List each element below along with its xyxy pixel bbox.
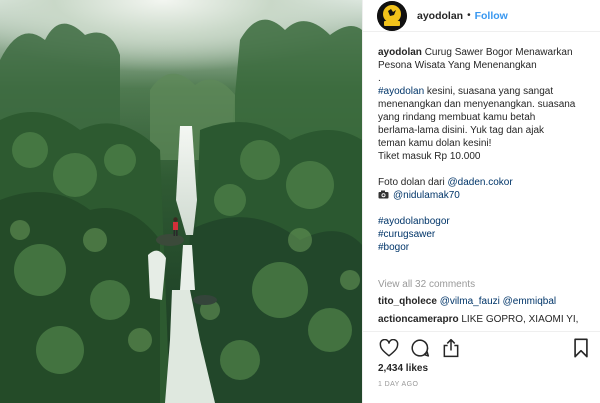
post-photo[interactable] xyxy=(0,0,362,403)
photo-credit-handle[interactable]: @daden.cokor xyxy=(448,177,513,188)
post-header: ayodolan • Follow xyxy=(363,0,600,32)
camera-icon xyxy=(378,190,389,199)
action-bar xyxy=(363,331,600,361)
heart-icon xyxy=(379,339,399,357)
header-username[interactable]: ayodolan xyxy=(417,10,463,22)
header-separator: • xyxy=(467,10,471,21)
comment-username[interactable]: tito_qholece xyxy=(378,296,437,307)
waterfall-jungle-image xyxy=(0,0,362,403)
photo-credit-prefix: Foto dolan dari xyxy=(378,177,448,188)
post-caption: ayodolan Curug Sawer Bogor Menawarkan Pe… xyxy=(378,46,600,254)
caption-title-line2: Pesona Wisata Yang Menenangkan xyxy=(378,60,537,71)
caption-dot: . xyxy=(378,73,381,84)
view-all-comments-link[interactable]: View all 32 comments xyxy=(378,279,475,290)
share-icon xyxy=(443,338,459,358)
caption-body-line4: berlama-lama disini. Yuk tag dan ajak xyxy=(378,125,545,136)
likes-count[interactable]: 2,434 likes xyxy=(378,363,428,374)
speech-bubble-icon xyxy=(411,339,430,357)
caption-body-line5: teman kamu dolan kesini! xyxy=(378,138,492,149)
caption-body-line3: yang rindang membuat kamu betah xyxy=(378,112,536,123)
follow-button[interactable]: Follow xyxy=(475,10,508,22)
caption-body-line2: menenangkan dan menyenangkan. suasana xyxy=(378,99,576,110)
comment-username[interactable]: actioncamerapro xyxy=(378,314,459,325)
caption-username[interactable]: ayodolan xyxy=(378,47,422,58)
comment-mention[interactable]: @emmiqbal xyxy=(503,296,557,307)
comment-mention[interactable]: @vilma_fauzi xyxy=(440,296,500,307)
caption-ticket: Tiket masuk Rp 10.000 xyxy=(378,151,481,162)
comment-item: tito_qholece @vilma_fauzi @emmiqbal xyxy=(378,296,556,307)
save-button[interactable] xyxy=(573,338,593,358)
caption-body-line1: kesini, suasana yang sangat xyxy=(424,86,554,97)
comment-text: LIKE GOPRO, XIAOMI YI, xyxy=(461,314,579,325)
ayodolan-logo-icon xyxy=(377,0,407,31)
hashtag-ayodolan[interactable]: #ayodolan xyxy=(378,86,424,97)
share-button[interactable] xyxy=(441,338,461,358)
post-timestamp: 1 DAY AGO xyxy=(378,381,419,388)
comment-item: actioncamerapro LIKE GOPRO, XIAOMI YI, xyxy=(378,314,578,325)
avatar[interactable] xyxy=(377,0,407,31)
comment-button[interactable] xyxy=(410,338,430,358)
hashtag-bogor[interactable]: #bogor xyxy=(378,241,600,254)
bookmark-icon xyxy=(574,338,588,358)
hashtag-curugsawer[interactable]: #curugsawer xyxy=(378,228,600,241)
instagram-post: ayodolan • Follow ayodolan Curug Sawer B… xyxy=(0,0,600,403)
caption-title-line1: Curug Sawer Bogor Menawarkan xyxy=(424,47,573,58)
post-side-panel: ayodolan • Follow ayodolan Curug Sawer B… xyxy=(362,0,600,403)
like-button[interactable] xyxy=(379,338,399,358)
hashtag-ayodolanbogor[interactable]: #ayodolanbogor xyxy=(378,215,600,228)
camera-handle[interactable]: @nidulamak70 xyxy=(393,190,460,201)
